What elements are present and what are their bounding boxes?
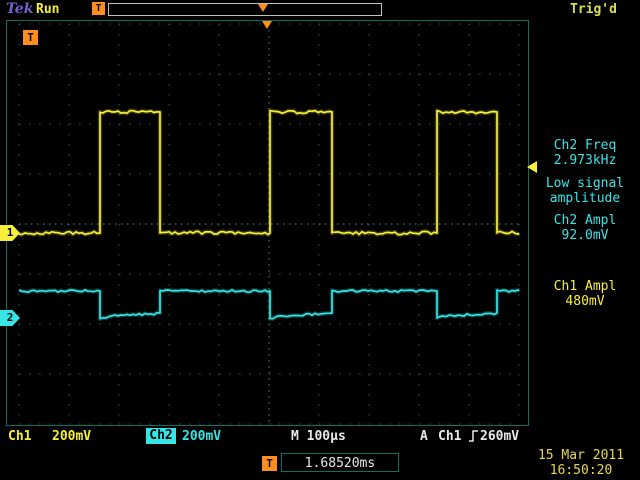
delay-t-badge: T	[262, 456, 277, 471]
warning-line2: amplitude	[532, 191, 638, 206]
tek-logo: Tek	[6, 1, 33, 17]
ch2-label: Ch2	[146, 428, 176, 444]
record-view-bar	[108, 3, 382, 16]
ch2-scale: 200mV	[182, 429, 221, 444]
horizontal-delay-readout: 1.68520ms	[281, 453, 399, 472]
timebase-readout: M 100µs	[291, 429, 346, 444]
date-line: 15 Mar 2011	[525, 448, 637, 463]
ch1-scale: 200mV	[52, 429, 91, 444]
ch2-ampl-value: 92.0mV	[532, 228, 638, 243]
trigger-prefix: A	[420, 429, 428, 444]
ch1-label: Ch1	[8, 429, 31, 444]
ch2-freq-title: Ch2 Freq	[532, 138, 638, 153]
trigger-position-marker-icon	[262, 21, 272, 29]
rising-edge-icon	[468, 429, 479, 447]
time-line: 16:50:20	[525, 463, 637, 478]
oscilloscope-display: Tek Run T Trig'd T 1 2 Ch2 Freq 2.973kHz…	[0, 0, 640, 480]
measurement-panel: Ch2 Freq 2.973kHz Low signal amplitude C…	[532, 138, 638, 309]
datetime-readout: 15 Mar 2011 16:50:20	[525, 448, 637, 478]
trigger-status: Trig'd	[570, 2, 617, 17]
ch1-trace-glow	[19, 111, 519, 235]
ch1-ampl-title: Ch1 Ampl	[532, 279, 638, 294]
ch2-ampl-title: Ch2 Ampl	[532, 213, 638, 228]
trigger-position-icon	[258, 4, 268, 12]
trigger-level-readout: 260mV	[480, 429, 519, 444]
ch1-ampl-value: 480mV	[532, 294, 638, 309]
trigger-t-badge: T	[92, 2, 105, 15]
waveform-screen	[6, 20, 529, 426]
trigger-marker-t: T	[23, 30, 38, 45]
trigger-source: Ch1	[438, 429, 461, 444]
ch2-trace-glow	[19, 290, 519, 319]
acquisition-status: Run	[36, 2, 59, 17]
ch2-freq-value: 2.973kHz	[532, 153, 638, 168]
graticule-and-traces	[7, 21, 528, 425]
warning-line1: Low signal	[532, 176, 638, 191]
